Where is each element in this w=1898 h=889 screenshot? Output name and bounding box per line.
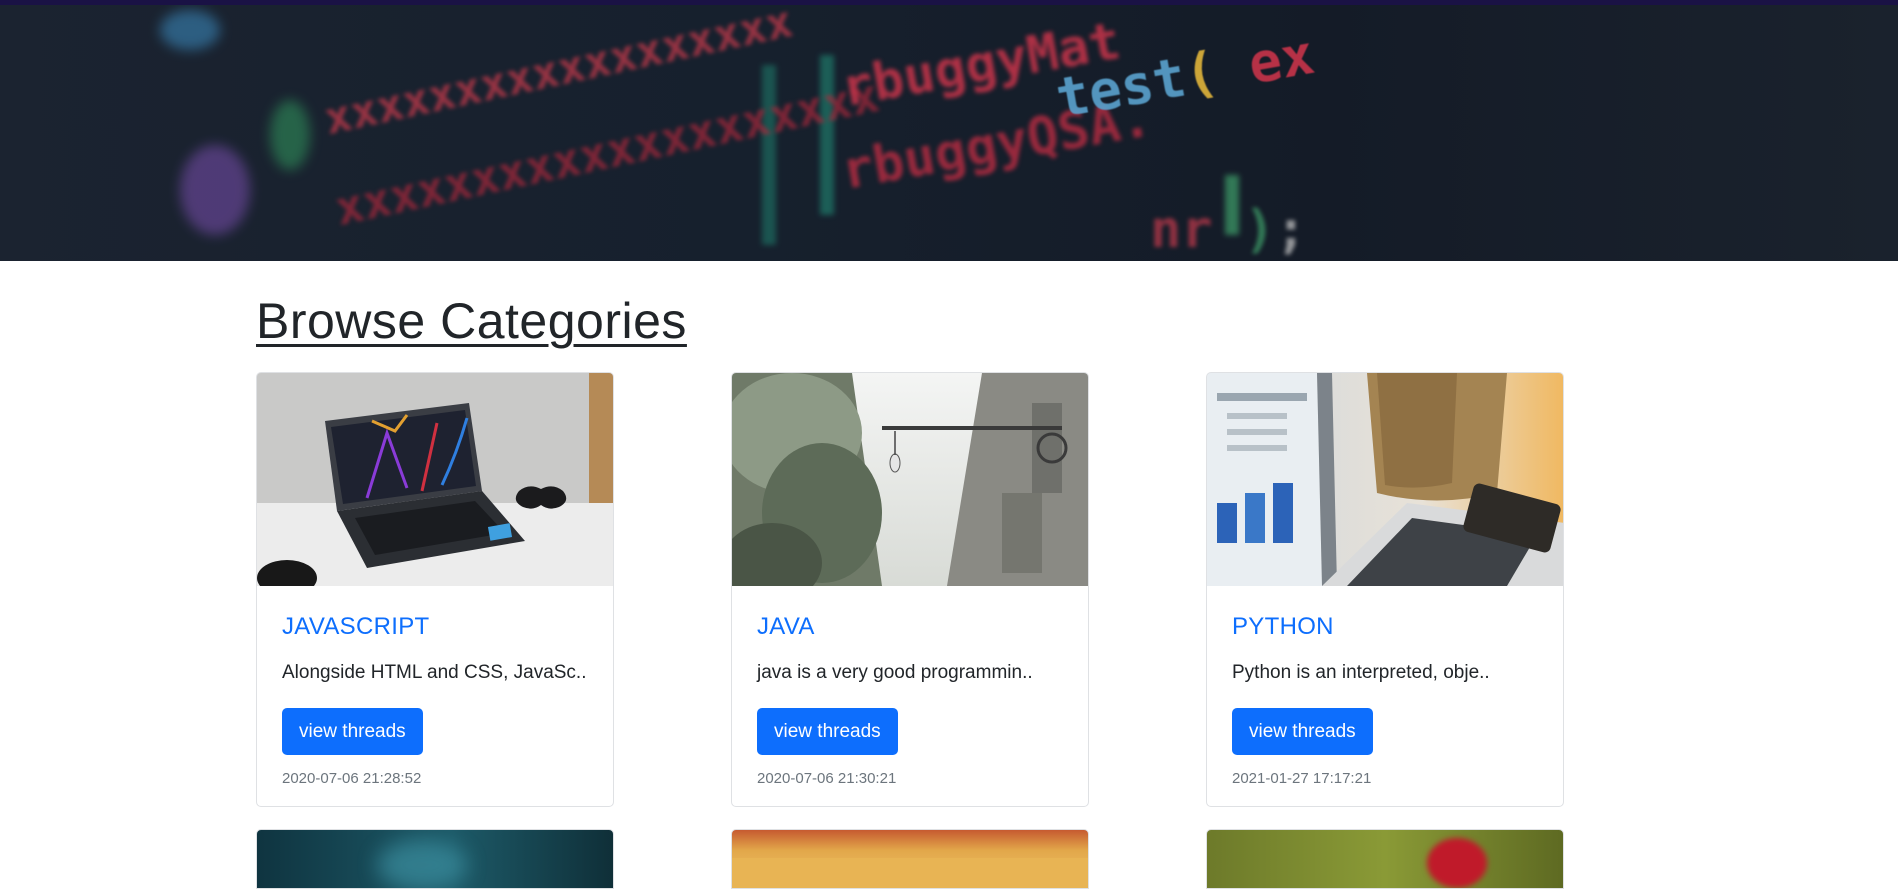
- category-description: java is a very good programmin..: [757, 662, 1033, 683]
- category-card-java: JAVA java is a very good programmin.. vi…: [731, 372, 1089, 807]
- category-image-partial: [1427, 838, 1487, 888]
- category-title[interactable]: JAVA: [757, 613, 815, 641]
- category-image-alley: [732, 373, 1088, 586]
- category-title[interactable]: JAVASCRIPT: [282, 613, 429, 641]
- category-card-partial: [256, 829, 614, 889]
- view-threads-button[interactable]: view threads: [757, 708, 898, 755]
- hero-blur-spot: [160, 10, 220, 50]
- hero-code-text: nr );: [1150, 200, 1307, 260]
- category-card-partial: [731, 829, 1089, 889]
- view-threads-button[interactable]: view threads: [282, 708, 423, 755]
- category-image-partial: [377, 840, 467, 888]
- category-date: 2020-07-06 21:30:21: [757, 770, 897, 787]
- view-threads-button[interactable]: view threads: [1232, 708, 1373, 755]
- hero-blur-spot: [270, 100, 310, 170]
- category-title[interactable]: PYTHON: [1232, 613, 1334, 641]
- category-date: 2021-01-27 17:17:21: [1232, 770, 1372, 787]
- category-image-laptop: [257, 373, 613, 586]
- category-image-workspace: [1207, 373, 1563, 586]
- category-card-python: PYTHON Python is an interpreted, obje.. …: [1206, 372, 1564, 807]
- category-card-partial: [1206, 829, 1564, 889]
- category-description: Python is an interpreted, obje..: [1232, 662, 1490, 683]
- page-title: Browse Categories: [256, 293, 687, 349]
- hero-blur-spot: [180, 145, 250, 235]
- hero-banner-image: xxxxxxxxxxxxxxxxxx xxxxxxxxxxxxxxxxxxxx …: [0, 5, 1898, 261]
- category-description: Alongside HTML and CSS, JavaSc..: [282, 662, 587, 683]
- category-card-javascript: JAVASCRIPT Alongside HTML and CSS, JavaS…: [256, 372, 614, 807]
- category-date: 2020-07-06 21:28:52: [282, 770, 422, 787]
